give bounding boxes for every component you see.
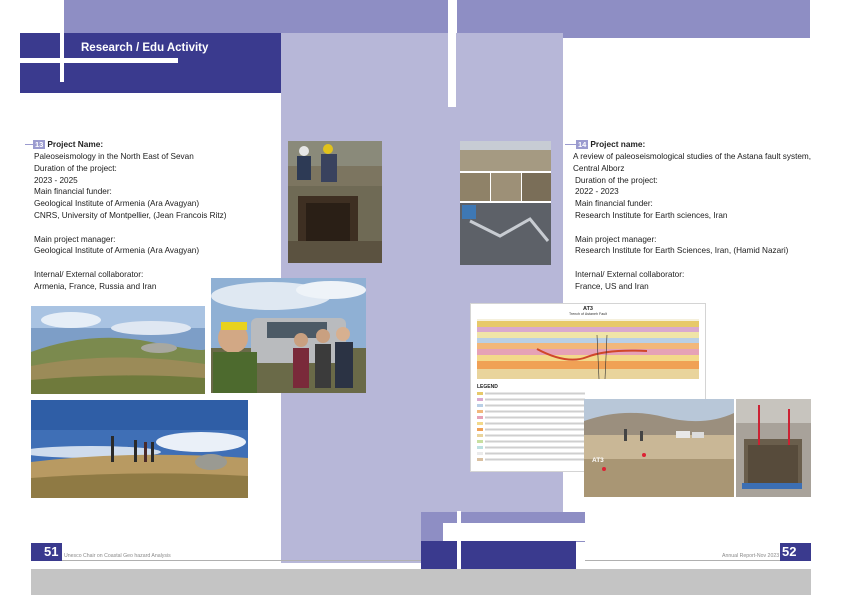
bottom-navy-block (421, 541, 576, 569)
left-footer-rule (62, 560, 421, 561)
center-divider-line (448, 0, 456, 107)
detail-line (34, 222, 226, 234)
detail-line: Internal/ External collaborator: (34, 269, 144, 279)
left-page-number: 51 (44, 544, 59, 559)
detail-line (34, 257, 226, 269)
project-name-label: Project name: (590, 139, 646, 149)
hillside-landscape-photo (31, 306, 205, 394)
right-page-number: 52 (782, 544, 797, 559)
detail-line: Main project manager: (34, 234, 116, 244)
detail-line: A review of paleoseismological studies o… (573, 152, 812, 161)
detail-line: Research Institute for Earth Sciences, I… (575, 246, 789, 256)
project-number-badge: 13 (33, 140, 46, 149)
trench-wall-closeup-photo (736, 399, 811, 497)
detail-line: France, US and Iran (575, 281, 649, 291)
project-name-label: Project Name: (47, 139, 104, 149)
header-cross-horizontal (20, 58, 178, 63)
project-number-badge: 14 (576, 140, 589, 149)
right-footer-rule (585, 560, 780, 561)
header-title: Research / Edu Activity (81, 42, 209, 54)
trench-researchers-photo (288, 141, 382, 263)
detail-line (573, 222, 811, 234)
astaneh-field-composite-photo (460, 141, 551, 265)
right-project-details: A review of paleoseismological studies o… (573, 151, 811, 293)
detail-line: 2023 - 2025 (34, 175, 78, 185)
detail-line: Duration of the project: (34, 163, 117, 173)
left-project-label-row: 13 Project Name: (33, 139, 103, 150)
detail-line: Main financial funder: (34, 187, 112, 197)
detail-line: Paleoseismology in the North East of Sev… (34, 152, 194, 161)
header-cross-vertical (60, 0, 64, 82)
at3-photo-label: AT3 (592, 457, 604, 464)
trench-log-diagram (477, 319, 699, 379)
detail-line (573, 257, 811, 269)
detail-line: Main financial funder: (575, 199, 653, 209)
at3-site-photo (584, 399, 734, 497)
figure-subtitle: Trench of Astaneh Fault (568, 312, 608, 316)
detail-line: Geological Institute of Armenia (Ara Ava… (34, 199, 200, 209)
right-badge-rule (565, 144, 576, 145)
bottom-white-line (457, 511, 461, 569)
left-badge-rule (25, 144, 33, 145)
hikers-grassland-photo (31, 400, 248, 498)
detail-line: CNRS, University of Montpellier, (Jean F… (34, 210, 227, 220)
right-footer-text: Annual Report-Nov 2023 (722, 553, 780, 559)
top-band-left (62, 0, 449, 33)
field-team-selfie-photo (211, 278, 366, 393)
legend-title: LEGEND (477, 384, 498, 390)
right-project-label-row: 14 Project name: (576, 139, 645, 150)
detail-line: Research Institute for Earth sciences, I… (575, 210, 728, 220)
detail-line: Duration of the project: (575, 175, 658, 185)
left-project-details: Paleoseismology in the North East of Sev… (34, 151, 226, 293)
detail-line: Geological Institute of Armenia (Ara Ava… (34, 246, 200, 256)
bottom-white-tab (443, 523, 585, 541)
bottom-gray-bar (31, 569, 811, 595)
detail-line: Central Alborz (573, 163, 625, 173)
detail-line: Internal/ External collaborator: (575, 269, 685, 279)
detail-line: 2022 - 2023 (575, 187, 619, 197)
left-footer-text: Unesco Chair on Coastal Geo hazard Analy… (64, 553, 171, 559)
detail-line: Armenia, France, Russia and Iran (34, 281, 157, 291)
detail-line: Main project manager: (575, 234, 657, 244)
